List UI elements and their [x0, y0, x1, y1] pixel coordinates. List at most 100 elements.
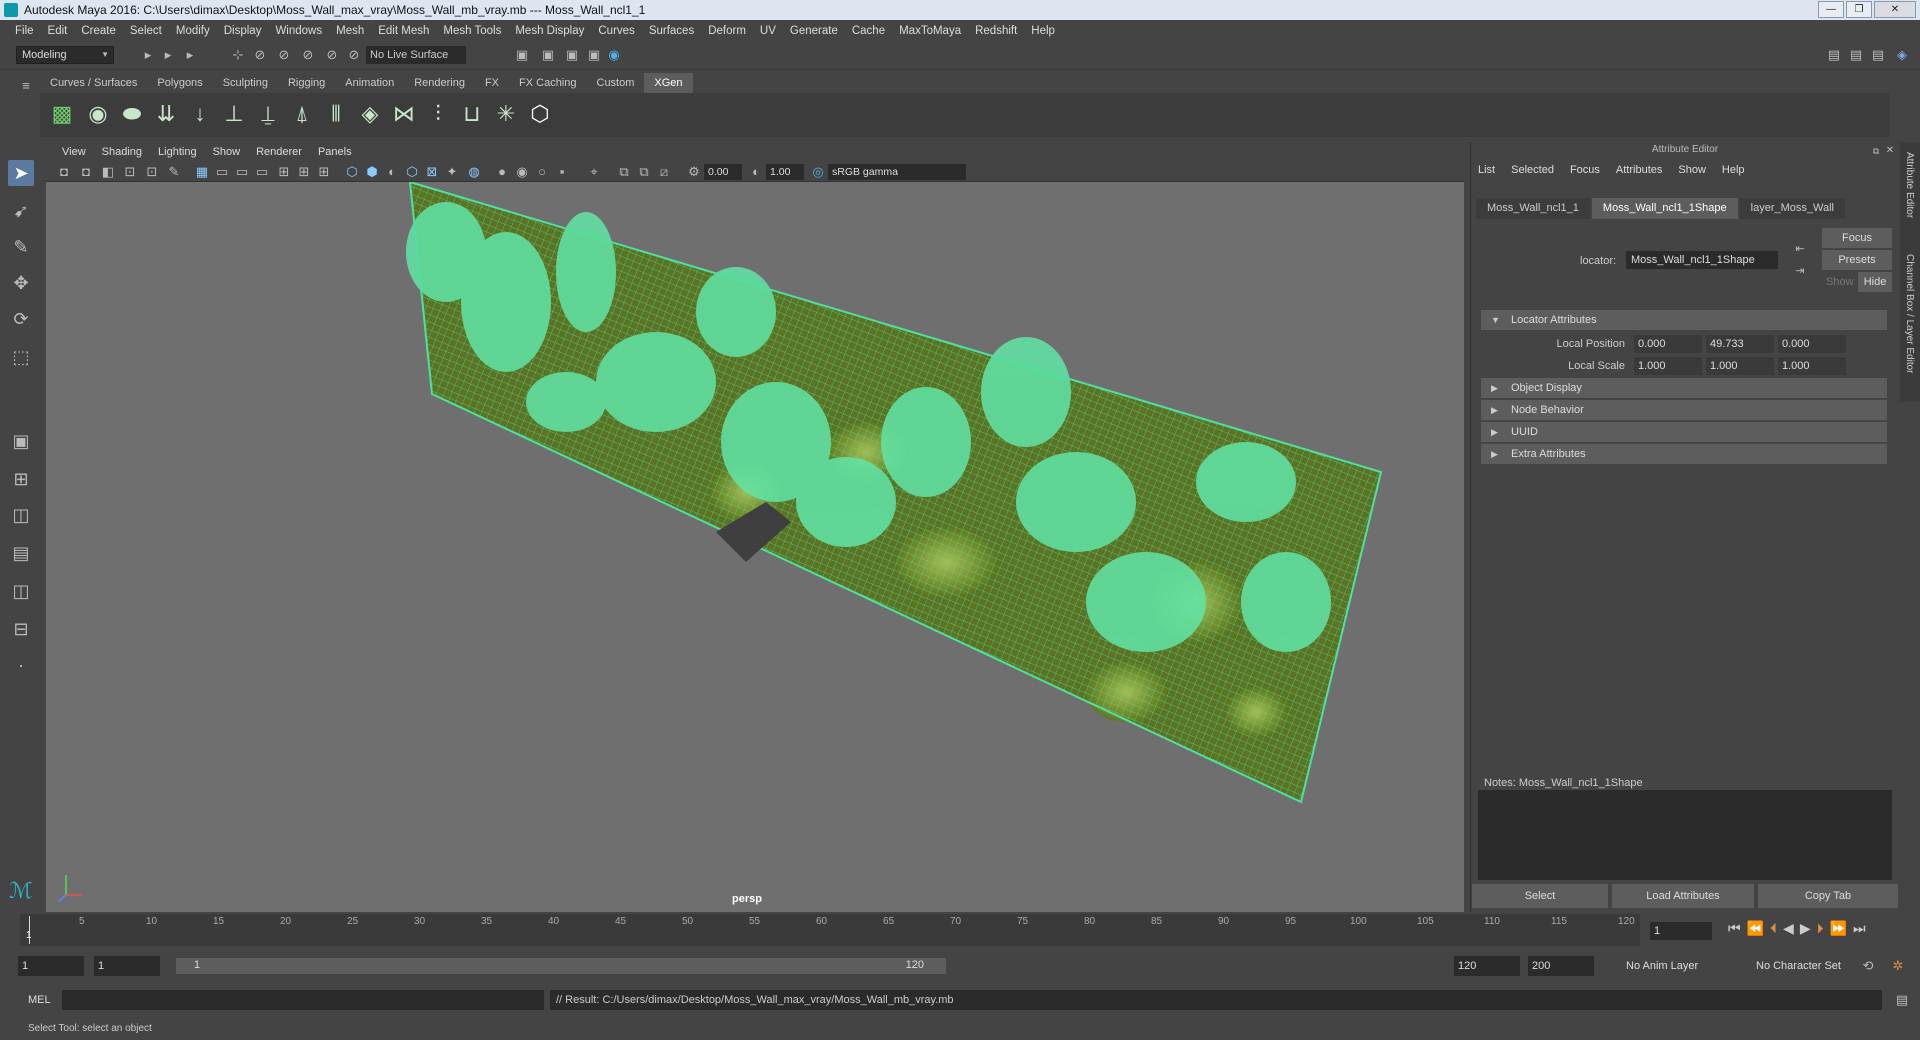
menu-windows[interactable]: Windows [268, 25, 329, 37]
step-forward-icon[interactable]: ⏩ [1830, 920, 1847, 937]
shelf-tab-curves-surfaces[interactable]: Curves / Surfaces [40, 73, 148, 93]
xgen-brush-icon[interactable]: ⫶ [424, 100, 452, 128]
mode-dropdown[interactable]: Modeling [16, 46, 114, 64]
notes-textarea[interactable] [1478, 790, 1892, 880]
viewport-3d[interactable] [46, 180, 1464, 912]
go-to-input-icon[interactable]: ⇤ [1792, 241, 1808, 257]
command-language[interactable]: MEL [28, 994, 51, 1006]
xgen-grooming-icon[interactable]: ⇊ [152, 100, 180, 128]
graph-layout-icon[interactable]: ◫ [8, 578, 34, 604]
menu-mesh-display[interactable]: Mesh Display [508, 25, 591, 37]
command-input[interactable] [62, 990, 544, 1010]
shelf-tab-xgen[interactable]: XGen [644, 73, 693, 93]
section-extra-attributes[interactable]: Extra Attributes [1481, 444, 1887, 464]
snap-point-icon[interactable]: ⊘ [300, 47, 316, 63]
vp-menu-renderer[interactable]: Renderer [248, 146, 310, 158]
ae-menu-selected[interactable]: Selected [1503, 164, 1562, 182]
ae-tab-layer[interactable]: layer_Moss_Wall [1739, 198, 1845, 219]
gamma-field[interactable]: 1.00 [766, 164, 804, 180]
vp-menu-show[interactable]: Show [205, 146, 249, 158]
ae-tab-transform[interactable]: Moss_Wall_ncl1_1 [1476, 198, 1590, 219]
menu-uv[interactable]: UV [753, 25, 783, 37]
locator-name-field[interactable]: Moss_Wall_ncl1_1Shape [1626, 251, 1778, 269]
menu-mesh-tools[interactable]: Mesh Tools [436, 25, 508, 37]
snap-grid-icon[interactable]: ⊘ [252, 47, 268, 63]
section-uuid[interactable]: UUID [1481, 422, 1887, 442]
section-locator-attributes[interactable]: Locator Attributes [1481, 310, 1887, 330]
play-backward-icon[interactable]: ◀ [1783, 920, 1794, 937]
range-slider[interactable]: 1 120 [176, 958, 946, 974]
menu-display[interactable]: Display [217, 25, 269, 37]
exposure-icon[interactable]: ⚙ [686, 164, 702, 180]
playback-start-field[interactable]: 1 [94, 956, 160, 976]
shelf-tab-fx[interactable]: FX [474, 73, 510, 93]
xgen-sculpt-icon[interactable]: ⋈ [390, 100, 418, 128]
default-material-icon[interactable]: ◐ [384, 164, 400, 180]
safe-action-icon[interactable]: ⊞ [296, 164, 312, 180]
tool-settings-toggle-icon[interactable]: ▤ [1870, 47, 1886, 63]
more-layouts-icon[interactable]: · [8, 652, 34, 678]
local-position-x[interactable]: 0.000 [1634, 335, 1702, 353]
open-scene-icon[interactable]: ▸ [160, 47, 176, 63]
go-to-output-icon[interactable]: ⇥ [1792, 263, 1808, 279]
two-pane-layout-icon[interactable]: ◫ [8, 502, 34, 528]
render-view-icon[interactable]: ◉ [606, 47, 622, 63]
live-surface-field[interactable]: No Live Surface [366, 46, 466, 64]
grid-icon[interactable]: ▦ [194, 164, 210, 180]
vp-menu-view[interactable]: View [54, 146, 94, 158]
presets-button[interactable]: Presets [1822, 250, 1892, 270]
lasso-tool-icon[interactable]: ➹ [8, 198, 34, 224]
menu-edit[interactable]: Edit [41, 25, 75, 37]
current-frame-field[interactable]: 1 [1650, 922, 1712, 940]
section-node-behavior[interactable]: Node Behavior [1481, 400, 1887, 420]
xgen-add-guide-icon[interactable]: ⊥ [220, 100, 248, 128]
color-space-dropdown[interactable]: sRGB gamma [828, 164, 966, 180]
xgen-editor-icon[interactable]: ▩ [48, 100, 76, 128]
auto-key-icon[interactable]: ⟲ [1860, 958, 1876, 974]
hide-button[interactable]: Hide [1858, 272, 1892, 292]
section-object-display[interactable]: Object Display [1481, 378, 1887, 398]
local-position-y[interactable]: 49.733 [1706, 335, 1774, 353]
textured-icon[interactable]: ✦ [444, 164, 460, 180]
resolution-gate-icon[interactable]: ▭ [234, 164, 250, 180]
ipr-render-icon[interactable]: ▣ [540, 47, 556, 63]
minimize-button[interactable]: — [1818, 1, 1844, 18]
animation-start-field[interactable]: 1 [18, 956, 84, 976]
close-button[interactable]: ✕ [1874, 1, 1916, 18]
render-settings-icon[interactable]: ▣ [564, 47, 580, 63]
render-frame-icon[interactable]: ▣ [514, 47, 530, 63]
shelf-tab-animation[interactable]: Animation [335, 73, 405, 93]
local-position-z[interactable]: 0.000 [1778, 335, 1846, 353]
play-forward-icon[interactable]: ▶ [1800, 920, 1811, 937]
grease-pencil-icon[interactable]: ✎ [166, 164, 182, 180]
gamma-icon[interactable]: ◐ [748, 164, 764, 180]
single-pane-layout-icon[interactable]: ▣ [8, 428, 34, 454]
menu-surfaces[interactable]: Surfaces [642, 25, 701, 37]
xray-joints-icon[interactable]: ⧉ [616, 164, 632, 180]
anim-layer-dropdown[interactable]: No Anim Layer [1622, 956, 1734, 976]
ambient-occlusion-icon[interactable]: ◉ [514, 164, 530, 180]
menu-deform[interactable]: Deform [701, 25, 753, 37]
xgen-create-description-icon[interactable]: ⬬ [118, 100, 146, 128]
animation-end-field[interactable]: 200 [1528, 956, 1594, 976]
shelf-tab-rendering[interactable]: Rendering [404, 73, 475, 93]
menu-curves[interactable]: Curves [591, 25, 641, 37]
show-button[interactable]: Show [1826, 276, 1854, 288]
ae-menu-focus[interactable]: Focus [1562, 164, 1608, 182]
anti-aliasing-icon[interactable]: ▪ [554, 164, 570, 180]
step-forward-key-icon[interactable]: ⏵ [1817, 920, 1824, 937]
snap-view-icon[interactable]: ⊘ [324, 47, 340, 63]
shadows-icon[interactable]: ● [494, 164, 510, 180]
modeling-toolkit-icon[interactable]: ▤ [1826, 47, 1842, 63]
attribute-editor-toggle-icon[interactable]: ▤ [1848, 47, 1864, 63]
xgen-lock-guide-icon[interactable]: ⍋ [288, 100, 316, 128]
isolate-select-icon[interactable]: ⌖ [586, 164, 602, 180]
menu-generate[interactable]: Generate [783, 25, 845, 37]
xray-active-icon[interactable]: ⧉ [636, 164, 652, 180]
xgen-cut-icon[interactable]: ⊔ [458, 100, 486, 128]
custom-layout-icon[interactable]: ⊟ [8, 616, 34, 642]
smooth-shade-icon[interactable]: ⬢ [364, 164, 380, 180]
xgen-preview-icon[interactable]: ◉ [84, 100, 112, 128]
move-tool-icon[interactable]: ✥ [8, 270, 34, 296]
load-attributes-button[interactable]: Load Attributes [1612, 884, 1754, 908]
